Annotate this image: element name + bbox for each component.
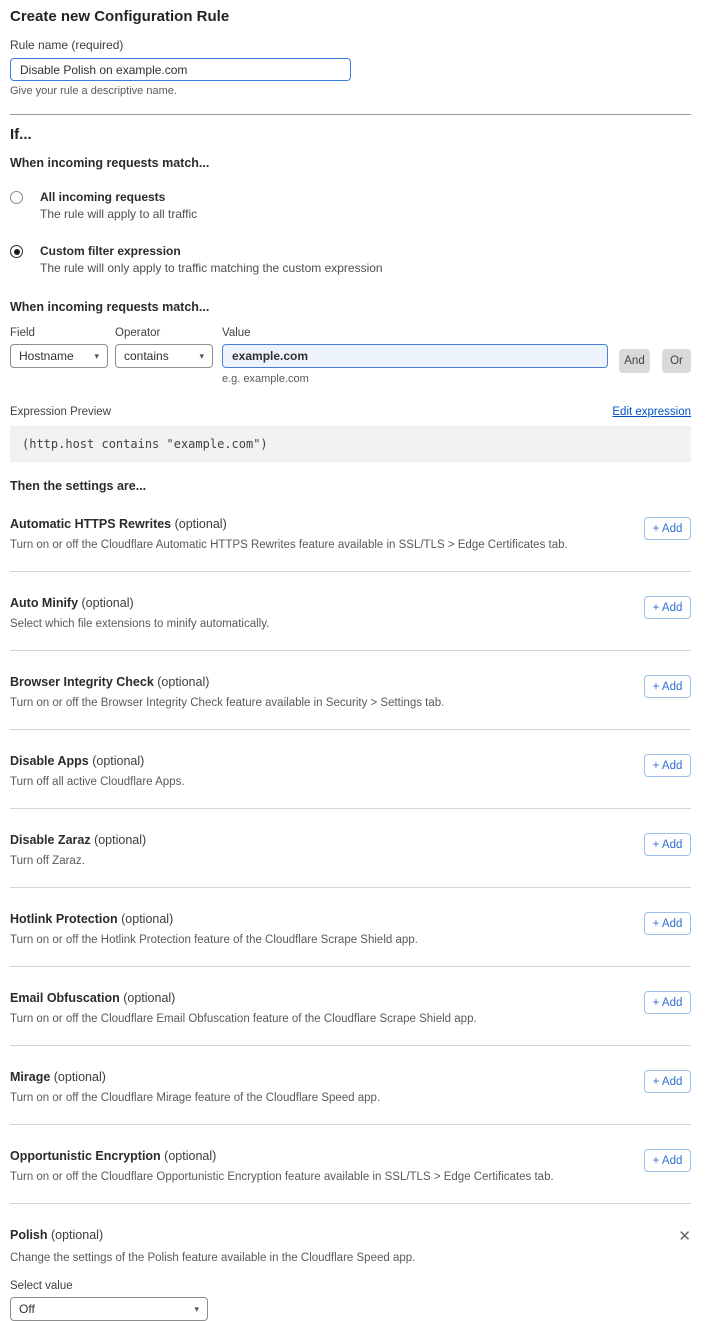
setting-title: Email Obfuscation (optional) bbox=[10, 991, 477, 1005]
close-icon[interactable]: ✕ bbox=[678, 1229, 691, 1244]
radio-description: The rule will only apply to traffic matc… bbox=[40, 261, 383, 275]
add-button[interactable]: + Add bbox=[644, 991, 691, 1014]
optional-suffix: (optional) bbox=[120, 991, 176, 1005]
add-button[interactable]: + Add bbox=[644, 1149, 691, 1172]
chevron-down-icon: ▾ bbox=[194, 1304, 199, 1315]
optional-suffix: (optional) bbox=[48, 1228, 104, 1242]
rule-name-helper: Give your rule a descriptive name. bbox=[10, 85, 691, 97]
expression-preview-label: Expression Preview bbox=[10, 406, 111, 418]
setting-email-obfuscation: Email Obfuscation (optional) Turn on or … bbox=[10, 967, 691, 1046]
add-button[interactable]: + Add bbox=[644, 675, 691, 698]
setting-mirage: Mirage (optional) Turn on or off the Clo… bbox=[10, 1046, 691, 1125]
setting-title: Opportunistic Encryption (optional) bbox=[10, 1149, 554, 1163]
edit-expression-link[interactable]: Edit expression bbox=[612, 406, 691, 418]
setting-opportunistic-encryption: Opportunistic Encryption (optional) Turn… bbox=[10, 1125, 691, 1204]
expression-builder-heading: When incoming requests match... bbox=[10, 300, 691, 314]
setting-browser-integrity-check: Browser Integrity Check (optional) Turn … bbox=[10, 651, 691, 730]
setting-description: Turn on or off the Cloudflare Mirage fea… bbox=[10, 1092, 380, 1104]
optional-suffix: (optional) bbox=[50, 1070, 106, 1084]
optional-suffix: (optional) bbox=[89, 754, 145, 768]
radio-label: All incoming requests bbox=[40, 190, 197, 204]
field-select-value: Hostname bbox=[19, 349, 74, 363]
setting-description: Turn on or off the Cloudflare Automatic … bbox=[10, 539, 568, 551]
setting-title: Browser Integrity Check (optional) bbox=[10, 675, 444, 689]
setting-disable-apps: Disable Apps (optional) Turn off all act… bbox=[10, 730, 691, 809]
and-button[interactable]: And bbox=[619, 349, 650, 373]
configuration-rule-form: Create new Configuration Rule Rule name … bbox=[0, 8, 705, 1321]
value-label: Value bbox=[222, 327, 608, 339]
optional-suffix: (optional) bbox=[154, 675, 210, 689]
optional-suffix: (optional) bbox=[161, 1149, 217, 1163]
or-button[interactable]: Or bbox=[662, 349, 691, 373]
optional-suffix: (optional) bbox=[118, 912, 174, 926]
setting-disable-zaraz: Disable Zaraz (optional) Turn off Zaraz.… bbox=[10, 809, 691, 888]
optional-suffix: (optional) bbox=[171, 517, 227, 531]
setting-description: Turn on or off the Cloudflare Opportunis… bbox=[10, 1171, 554, 1183]
then-settings-heading: Then the settings are... bbox=[10, 479, 691, 493]
radio-selected-icon[interactable] bbox=[10, 245, 23, 258]
setting-description: Turn off all active Cloudflare Apps. bbox=[10, 776, 185, 788]
expression-preview-code: (http.host contains "example.com") bbox=[10, 426, 691, 462]
field-select[interactable]: Hostname ▾ bbox=[10, 344, 108, 368]
polish-select-value: Off bbox=[19, 1302, 35, 1316]
add-button[interactable]: + Add bbox=[644, 596, 691, 619]
polish-value-select[interactable]: Off ▾ bbox=[10, 1297, 208, 1321]
add-button[interactable]: + Add bbox=[644, 833, 691, 856]
optional-suffix: (optional) bbox=[78, 596, 134, 610]
radio-option-custom-filter-expression[interactable]: Custom filter expression The rule will o… bbox=[10, 244, 691, 275]
setting-description: Turn off Zaraz. bbox=[10, 855, 146, 867]
setting-hotlink-protection: Hotlink Protection (optional) Turn on or… bbox=[10, 888, 691, 967]
setting-title: Polish (optional) bbox=[10, 1228, 103, 1242]
rule-name-label: Rule name (required) bbox=[10, 38, 691, 52]
if-heading: If... bbox=[10, 126, 691, 143]
setting-description: Select which file extensions to minify a… bbox=[10, 618, 269, 630]
chevron-down-icon: ▾ bbox=[199, 351, 204, 362]
setting-title: Hotlink Protection (optional) bbox=[10, 912, 418, 926]
operator-select-value: contains bbox=[124, 349, 169, 363]
operator-label: Operator bbox=[115, 327, 213, 339]
add-button[interactable]: + Add bbox=[644, 754, 691, 777]
setting-title: Disable Zaraz (optional) bbox=[10, 833, 146, 847]
setting-description: Change the settings of the Polish featur… bbox=[10, 1252, 691, 1264]
radio-label: Custom filter expression bbox=[40, 244, 383, 258]
radio-description: The rule will apply to all traffic bbox=[40, 207, 197, 221]
radio-option-all-incoming-requests[interactable]: All incoming requests The rule will appl… bbox=[10, 190, 691, 221]
field-label: Field bbox=[10, 327, 108, 339]
add-button[interactable]: + Add bbox=[644, 1070, 691, 1093]
add-button[interactable]: + Add bbox=[644, 517, 691, 540]
setting-description: Turn on or off the Browser Integrity Che… bbox=[10, 697, 444, 709]
value-input[interactable] bbox=[222, 344, 608, 368]
setting-polish-expanded: Polish (optional) ✕ Change the settings … bbox=[10, 1204, 691, 1321]
setting-description: Turn on or off the Hotlink Protection fe… bbox=[10, 934, 418, 946]
top-divider bbox=[10, 114, 691, 115]
setting-auto-minify: Auto Minify (optional) Select which file… bbox=[10, 572, 691, 651]
setting-automatic-https-rewrites: Automatic HTTPS Rewrites (optional) Turn… bbox=[10, 493, 691, 572]
incoming-requests-match-heading: When incoming requests match... bbox=[10, 156, 691, 170]
chevron-down-icon: ▾ bbox=[94, 351, 99, 362]
expression-builder-row: Field Hostname ▾ Operator contains ▾ Val… bbox=[10, 327, 691, 385]
setting-title: Mirage (optional) bbox=[10, 1070, 380, 1084]
select-value-label: Select value bbox=[10, 1280, 691, 1292]
optional-suffix: (optional) bbox=[91, 833, 147, 847]
value-hint: e.g. example.com bbox=[222, 373, 608, 385]
page-title: Create new Configuration Rule bbox=[10, 8, 691, 25]
rule-name-input[interactable] bbox=[10, 58, 351, 81]
setting-description: Turn on or off the Cloudflare Email Obfu… bbox=[10, 1013, 477, 1025]
add-button[interactable]: + Add bbox=[644, 912, 691, 935]
radio-unselected-icon[interactable] bbox=[10, 191, 23, 204]
setting-title: Disable Apps (optional) bbox=[10, 754, 185, 768]
operator-select[interactable]: contains ▾ bbox=[115, 344, 213, 368]
setting-title: Auto Minify (optional) bbox=[10, 596, 269, 610]
setting-title: Automatic HTTPS Rewrites (optional) bbox=[10, 517, 568, 531]
